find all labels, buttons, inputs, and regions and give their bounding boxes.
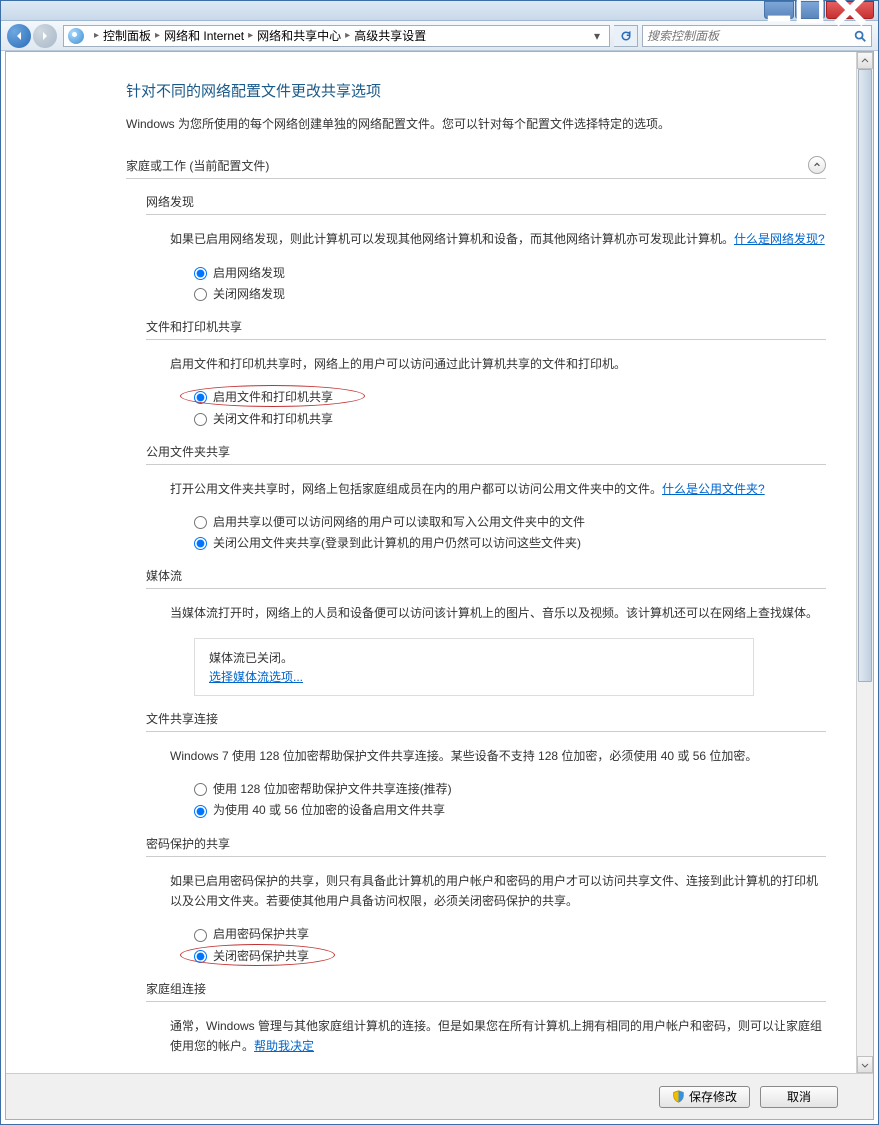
radio-disable-discovery[interactable] — [194, 288, 207, 301]
scroll-up-button[interactable] — [857, 52, 873, 69]
minimize-button[interactable] — [764, 1, 794, 19]
radio-label[interactable]: 关闭文件和打印机共享 — [213, 410, 333, 429]
radio-label[interactable]: 启用密码保护共享 — [213, 925, 309, 944]
help-link[interactable]: 什么是公用文件夹? — [662, 482, 765, 496]
section-desc: 启用文件和打印机共享时，网络上的用户可以访问通过此计算机共享的文件和打印机。 — [170, 354, 826, 374]
radio-label[interactable]: 启用共享以便可以访问网络的用户可以读取和写入公用文件夹中的文件 — [213, 513, 585, 532]
scrollbar[interactable] — [856, 52, 873, 1073]
radio-disable-public[interactable] — [194, 537, 207, 550]
window: ▸ 控制面板 ▸ 网络和 Internet ▸ 网络和共享中心 ▸ 高级共享设置… — [0, 0, 879, 1125]
section-file-conn: 文件共享连接 Windows 7 使用 128 位加密帮助保护文件共享连接。某些… — [146, 710, 826, 821]
scroll-down-button[interactable] — [857, 1056, 873, 1073]
shield-icon — [672, 1090, 685, 1103]
section-public-folder: 公用文件夹共享 打开公用文件夹共享时，网络上包括家庭组成员在内的用户都可以访问公… — [146, 443, 826, 554]
page-title: 针对不同的网络配置文件更改共享选项 — [126, 80, 826, 101]
chevron-right-icon: ▸ — [94, 30, 99, 41]
radio-128bit[interactable] — [194, 783, 207, 796]
section-desc: 如果已启用网络发现，则此计算机可以发现其他网络计算机和设备，而其他网络计算机亦可… — [170, 229, 826, 249]
titlebar — [1, 1, 878, 21]
address-bar[interactable]: ▸ 控制面板 ▸ 网络和 Internet ▸ 网络和共享中心 ▸ 高级共享设置… — [63, 25, 610, 47]
section-desc: 当媒体流打开时，网络上的人员和设备便可以访问该计算机上的图片、音乐以及视频。该计… — [170, 603, 826, 623]
radio-label[interactable]: 启用网络发现 — [213, 264, 285, 283]
footer: 保存修改 取消 — [6, 1073, 856, 1119]
section-title: 文件和打印机共享 — [146, 318, 826, 340]
section-desc: 打开公用文件夹共享时，网络上包括家庭组成员在内的用户都可以访问公用文件夹中的文件… — [170, 479, 826, 499]
toolbar: ▸ 控制面板 ▸ 网络和 Internet ▸ 网络和共享中心 ▸ 高级共享设置… — [1, 21, 878, 51]
section-desc: Windows 7 使用 128 位加密帮助保护文件共享连接。某些设备不支持 1… — [170, 746, 826, 766]
section-password-share: 密码保护的共享 如果已启用密码保护的共享，则只有具备此计算机的用户帐户和密码的用… — [146, 835, 826, 966]
section-desc: 通常，Windows 管理与其他家庭组计算机的连接。但是如果您在所有计算机上拥有… — [170, 1016, 826, 1057]
location-icon — [68, 28, 84, 44]
section-title: 媒体流 — [146, 567, 826, 589]
profile-label: 家庭或工作 (当前配置文件) — [126, 157, 808, 174]
chevron-down-icon[interactable]: ▾ — [589, 26, 605, 46]
breadcrumb[interactable]: 高级共享设置 — [354, 27, 426, 44]
cancel-button[interactable]: 取消 — [760, 1086, 838, 1108]
search-input[interactable] — [647, 29, 853, 43]
radio-disable-password[interactable] — [194, 950, 207, 963]
radio-label[interactable]: 关闭网络发现 — [213, 285, 285, 304]
save-label: 保存修改 — [689, 1088, 737, 1105]
section-title: 公用文件夹共享 — [146, 443, 826, 465]
radio-label[interactable]: 为使用 40 或 56 位加密的设备启用文件共享 — [213, 801, 445, 820]
breadcrumb[interactable]: 网络和 Internet — [164, 27, 244, 44]
radio-group: 使用 128 位加密帮助保护文件共享连接(推荐) 为使用 40 或 56 位加密… — [194, 780, 826, 820]
media-options-link[interactable]: 选择媒体流选项... — [209, 668, 739, 685]
refresh-button[interactable] — [614, 25, 638, 47]
section-network-discovery: 网络发现 如果已启用网络发现，则此计算机可以发现其他网络计算机和设备，而其他网络… — [146, 193, 826, 304]
section-title: 网络发现 — [146, 193, 826, 215]
media-status: 媒体流已关闭。 — [209, 649, 739, 666]
radio-group: 启用密码保护共享 关闭密码保护共享 — [194, 925, 826, 965]
chevron-right-icon: ▸ — [345, 30, 350, 41]
radio-label[interactable]: 关闭公用文件夹共享(登录到此计算机的用户仍然可以访问这些文件夹) — [213, 534, 581, 553]
radio-enable-password[interactable] — [194, 929, 207, 942]
profile-header[interactable]: 家庭或工作 (当前配置文件) — [126, 156, 826, 179]
content: 针对不同的网络配置文件更改共享选项 Windows 为您所使用的每个网络创建单独… — [5, 51, 874, 1120]
breadcrumb[interactable]: 网络和共享中心 — [257, 27, 341, 44]
radio-enable-public[interactable] — [194, 516, 207, 529]
radio-group: 启用共享以便可以访问网络的用户可以读取和写入公用文件夹中的文件 关闭公用文件夹共… — [194, 513, 826, 553]
scroll-area: 针对不同的网络配置文件更改共享选项 Windows 为您所使用的每个网络创建单独… — [6, 52, 856, 1073]
help-link[interactable]: 帮助我决定 — [254, 1039, 314, 1053]
section-title: 文件共享连接 — [146, 710, 826, 732]
section-file-printer-sharing: 文件和打印机共享 启用文件和打印机共享时，网络上的用户可以访问通过此计算机共享的… — [146, 318, 826, 429]
window-controls — [763, 1, 874, 19]
collapse-button[interactable] — [808, 156, 826, 174]
chevron-right-icon: ▸ — [155, 30, 160, 41]
maximize-button[interactable] — [795, 1, 825, 19]
section-desc: 如果已启用密码保护的共享，则只有具备此计算机的用户帐户和密码的用户才可以访问共享… — [170, 871, 826, 912]
section-title: 家庭组连接 — [146, 980, 826, 1002]
forward-button[interactable] — [33, 24, 57, 48]
section-homegroup: 家庭组连接 通常，Windows 管理与其他家庭组计算机的连接。但是如果您在所有… — [146, 980, 826, 1073]
back-button[interactable] — [7, 24, 31, 48]
section-media-stream: 媒体流 当媒体流打开时，网络上的人员和设备便可以访问该计算机上的图片、音乐以及视… — [146, 567, 826, 695]
radio-enable-file-share[interactable] — [194, 391, 207, 404]
scroll-thumb[interactable] — [858, 69, 872, 682]
radio-enable-discovery[interactable] — [194, 267, 207, 280]
radio-label[interactable]: 关闭密码保护共享 — [213, 947, 309, 966]
close-button[interactable] — [826, 1, 874, 19]
radio-40-56bit[interactable] — [194, 805, 207, 818]
breadcrumb[interactable]: 控制面板 — [103, 27, 151, 44]
media-box: 媒体流已关闭。 选择媒体流选项... — [194, 638, 754, 696]
radio-label[interactable]: 启用文件和打印机共享 — [213, 388, 333, 407]
cancel-label: 取消 — [787, 1088, 811, 1105]
radio-disable-file-share[interactable] — [194, 413, 207, 426]
section-title: 密码保护的共享 — [146, 835, 826, 857]
page-description: Windows 为您所使用的每个网络创建单独的网络配置文件。您可以针对每个配置文… — [126, 115, 826, 134]
radio-group: 启用文件和打印机共享 关闭文件和打印机共享 — [194, 388, 826, 428]
chevron-right-icon: ▸ — [248, 30, 253, 41]
save-button[interactable]: 保存修改 — [659, 1086, 750, 1108]
radio-group: 启用网络发现 关闭网络发现 — [194, 264, 826, 304]
help-link[interactable]: 什么是网络发现? — [734, 232, 825, 246]
radio-label[interactable]: 使用 128 位加密帮助保护文件共享连接(推荐) — [213, 780, 452, 799]
scroll-corner — [856, 1073, 873, 1119]
